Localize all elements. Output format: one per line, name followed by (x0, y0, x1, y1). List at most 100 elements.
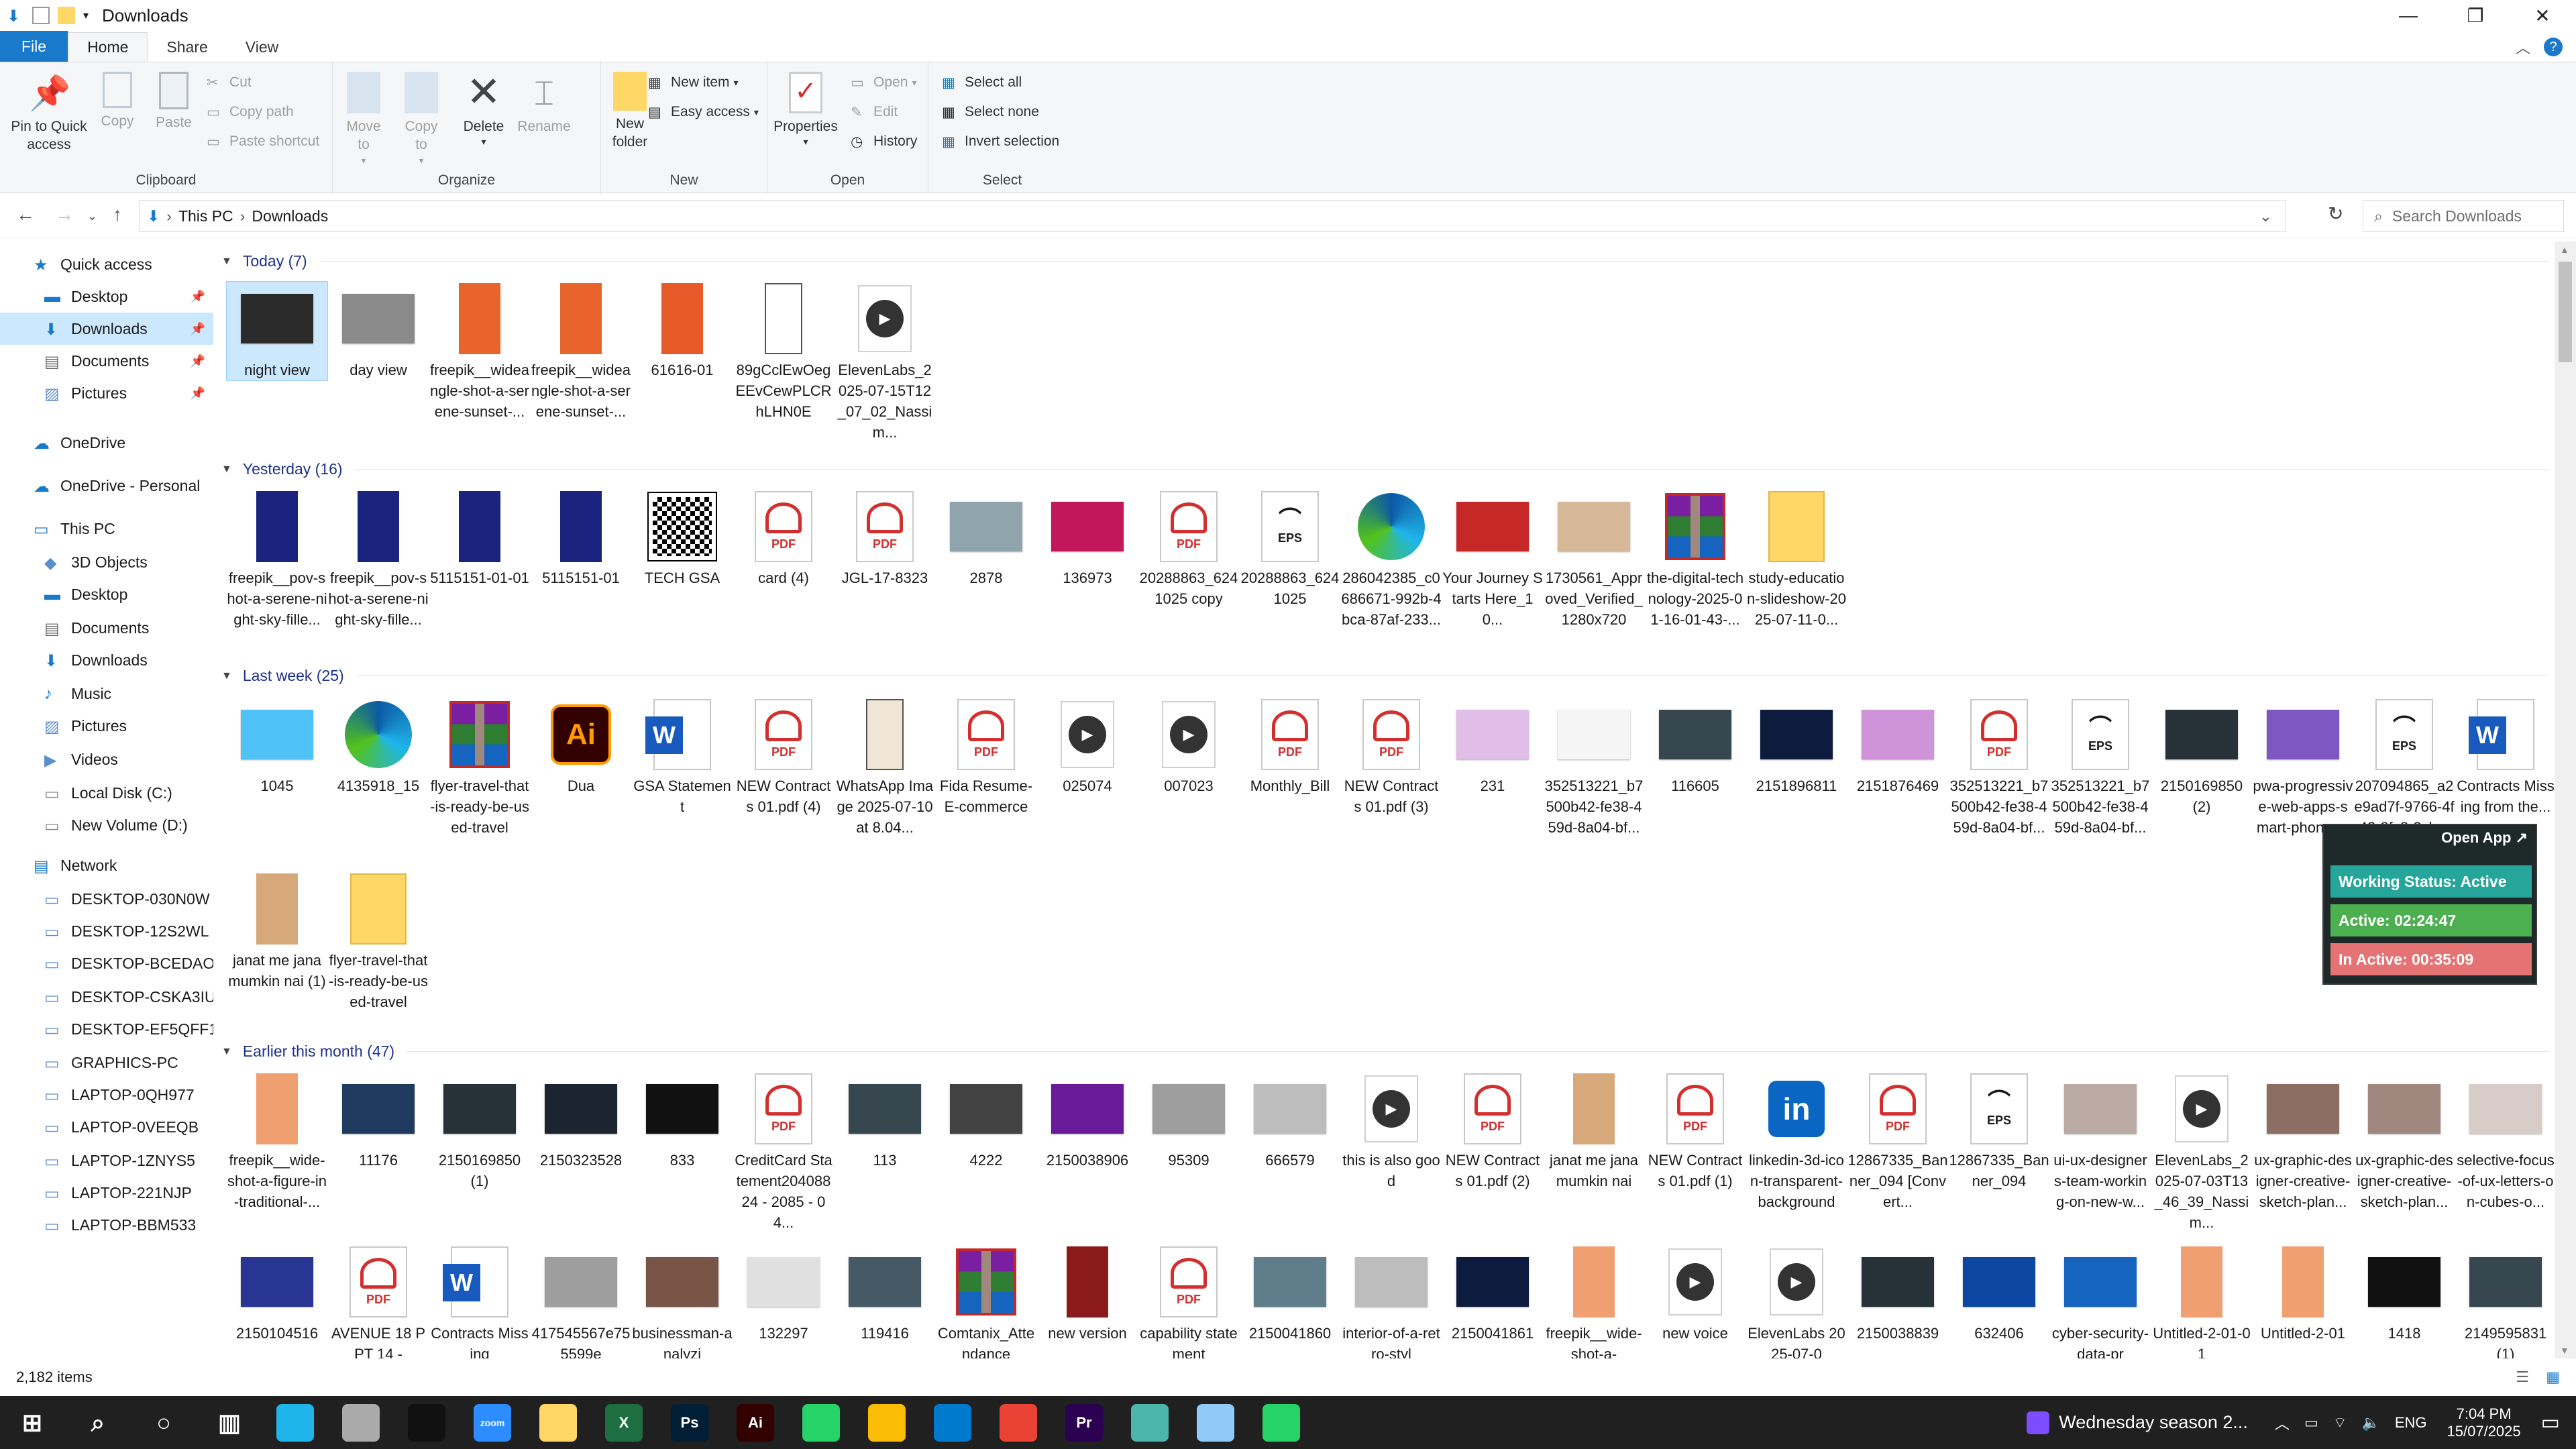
file-item[interactable]: freepik__pov-shot-a-serene-night-sky-fil… (328, 490, 429, 630)
tab-view[interactable]: View (227, 32, 297, 62)
nav-item-laptop-bbm533[interactable]: ▭ LAPTOP-BBM533 (0, 1209, 213, 1241)
group-header[interactable]: ▼ Yesterday (16) (221, 460, 2549, 478)
clock[interactable]: 7:04 PM 15/07/2025 (2447, 1405, 2521, 1440)
file-item[interactable]: night view (226, 281, 328, 381)
file-item[interactable]: ⌒EPS207094865_a2e9ad7f-9766-4f43-8fc8-3c… (2354, 698, 2455, 838)
zoom-icon[interactable]: zoom (474, 1404, 511, 1442)
chevron-down-icon[interactable]: ▼ (221, 1046, 232, 1058)
open-app-link[interactable]: Open App ↗ (2441, 829, 2528, 847)
file-item[interactable]: ▶ ElevenLabs_2025-07-15T12_07_02_Nassim..… (835, 282, 935, 443)
nav-item-desktop-ef5qff1[interactable]: ▭ DESKTOP-EF5QFF1 (0, 1013, 213, 1045)
file-item[interactable]: 417545567e755599e (531, 1245, 631, 1358)
edit-button[interactable]: ✎ Edit (851, 100, 898, 124)
file-item[interactable]: TECH GSA (632, 490, 733, 588)
file-item[interactable]: 2150169850 (1) (429, 1072, 530, 1191)
search-icon[interactable]: ⌕ (79, 1404, 117, 1442)
nav-item-desktop-cska3iu[interactable]: ▭ DESKTOP-CSKA3IU (0, 981, 213, 1013)
file-item[interactable]: 89gCclEwOegEEvCewPLCRhLHN0E (733, 282, 834, 422)
chevron-down-icon[interactable]: ▼ (221, 256, 232, 268)
select-none-button[interactable]: ▦ Select none (942, 100, 1039, 124)
green2-icon[interactable] (1263, 1404, 1300, 1442)
tab-share[interactable]: Share (148, 32, 226, 62)
app1-icon[interactable] (1131, 1404, 1169, 1442)
file-item[interactable]: ux-graphic-designer-creative-sketch-plan… (2354, 1072, 2455, 1212)
scroll-up-icon[interactable]: ▲ (2560, 244, 2569, 255)
file-item[interactable]: W Contracts Missing (429, 1245, 530, 1358)
green1-icon[interactable] (802, 1404, 840, 1442)
language-indicator[interactable]: ENG (2395, 1414, 2427, 1432)
group-header[interactable]: ▼ Earlier this month (47) (221, 1042, 2549, 1061)
group-header[interactable]: ▼ Last week (25) (221, 667, 2549, 685)
media-icon[interactable] (2027, 1411, 2050, 1434)
nav-item-downloads[interactable]: ⬇ Downloads 📌 (0, 313, 213, 345)
pin-quick-access-button[interactable]: 📌 Pin to Quick access (5, 72, 93, 154)
file-item[interactable]: Comtanix_Attendance (936, 1245, 1036, 1358)
nav-item-desktop-12s2wl[interactable]: ▭ DESKTOP-12S2WL (0, 915, 213, 947)
file-item[interactable]: W GSA Statement (632, 698, 733, 817)
photoshop-icon[interactable]: Ps (671, 1404, 708, 1442)
file-item[interactable]: ⌒ EPS 12867335_Banner_094 (1949, 1072, 2049, 1191)
properties-button[interactable]: ✓ Properties ▾ (773, 72, 838, 148)
show-hidden-icons-icon[interactable]: ︿ (2275, 1412, 2290, 1434)
file-item[interactable]: 2150323528 (531, 1072, 631, 1171)
collapse-ribbon-icon[interactable]: ︿ (2516, 36, 2530, 58)
file-item[interactable]: Untitled-2-01-01 (2151, 1245, 2252, 1358)
file-item[interactable]: ux-graphic-designer-creative-sketch-plan… (2253, 1072, 2353, 1212)
nav-item-music[interactable]: ♪ Music (0, 678, 213, 710)
file-item[interactable]: 2150041861 (1442, 1245, 1543, 1344)
file-item[interactable]: 352513221_b7500b42-fe38-459d-8a04-bf... (1544, 698, 1644, 838)
chrome-icon[interactable] (868, 1404, 906, 1442)
file-item[interactable]: 119416 (835, 1245, 935, 1344)
copy-button[interactable]: Copy (94, 72, 141, 130)
notifications-icon[interactable]: ▭ (2541, 1411, 2560, 1434)
illustrator-icon[interactable]: Ai (737, 1404, 774, 1442)
file-item[interactable]: 2150041860 (1240, 1245, 1340, 1344)
recent-locations-icon[interactable]: ⌄ (87, 209, 97, 223)
file-item[interactable]: ▶ 025074 (1037, 698, 1138, 796)
cut-button[interactable]: ✂ Cut (207, 70, 252, 95)
pin-icon[interactable]: 📌 (191, 290, 205, 304)
file-item[interactable]: new version (1037, 1245, 1138, 1344)
nav-item-laptop-0veeqb[interactable]: ▭ LAPTOP-0VEEQB (0, 1111, 213, 1143)
maximize-button[interactable]: ❐ (2442, 0, 2509, 31)
nav-item-documents[interactable]: ▤ Documents 📌 (0, 345, 213, 377)
file-item[interactable]: selective-focus-of-ux-letters-on-cubes-o… (2455, 1072, 2555, 1212)
file-item[interactable]: 632406 (1949, 1245, 2049, 1344)
file-item[interactable]: 95309 (1138, 1072, 1239, 1171)
file-item[interactable]: freepik__wide-shot-a- (1544, 1245, 1644, 1358)
easy-access-button[interactable]: ▤ Easy access ▾ (648, 100, 759, 124)
select-all-button[interactable]: ▦ Select all (942, 70, 1022, 95)
file-item[interactable]: study-education-slideshow-2025-07-11-0..… (1746, 490, 1847, 630)
file-item[interactable]: PDF 12867335_Banner_094 [Convert... (1847, 1072, 1948, 1212)
nav-item-onedrive[interactable]: ☁ OneDrive (0, 427, 213, 459)
file-item[interactable]: 231 (1442, 698, 1543, 796)
nav-item-desktop[interactable]: ▬ Desktop (0, 578, 213, 610)
nav-item-graphics-pc[interactable]: ▭ GRAPHICS-PC (0, 1046, 213, 1079)
new-item-button[interactable]: ▦ New item ▾ (648, 70, 739, 95)
move-to-button[interactable]: Move to ▾ (343, 72, 384, 166)
file-item[interactable]: the-digital-technology-2025-01-16-01-43-… (1645, 490, 1746, 630)
network-icon[interactable]: ▭ (2304, 1414, 2318, 1432)
file-item[interactable]: freepik__wide-shot-a-figure-in-tradition… (227, 1072, 327, 1212)
file-item[interactable]: PDF NEW Contracts 01.pdf (3) (1341, 698, 1442, 817)
address-bar[interactable]: ⬇ › This PC › Downloads ⌄ (140, 200, 2286, 232)
history-button[interactable]: ◷ History (851, 129, 917, 154)
file-item[interactable]: 11176 (328, 1072, 429, 1171)
volume-icon[interactable]: 🔈 (2361, 1414, 2379, 1432)
close-button[interactable]: ✕ (2509, 0, 2576, 31)
file-item[interactable]: PDF card (4) (733, 490, 834, 588)
file-item[interactable]: 61616-01 (632, 282, 733, 380)
back-arrow-icon[interactable]: ← (16, 204, 35, 225)
file-item[interactable]: 2150169850 (2) (2151, 698, 2252, 817)
file-item[interactable]: ui-ux-designers-team-working-on-new-w... (2050, 1072, 2151, 1212)
file-item[interactable]: Your Journey Starts Here_10... (1442, 490, 1543, 630)
refresh-icon[interactable]: ↻ (2328, 203, 2343, 225)
media-title[interactable]: Wednesday season 2... (2059, 1412, 2248, 1433)
file-item[interactable]: 2878 (936, 490, 1036, 588)
nav-item-3d-objects[interactable]: ◆ 3D Objects (0, 546, 213, 578)
file-item[interactable]: freepik__wideangle-shot-a-serene-sunset-… (531, 282, 631, 422)
file-item[interactable]: 136973 (1037, 490, 1138, 588)
up-arrow-icon[interactable]: ↑ (113, 204, 122, 225)
help-icon[interactable]: ? (2544, 38, 2563, 56)
file-item[interactable]: PDF Fida Resume-E-commerce (936, 698, 1036, 817)
